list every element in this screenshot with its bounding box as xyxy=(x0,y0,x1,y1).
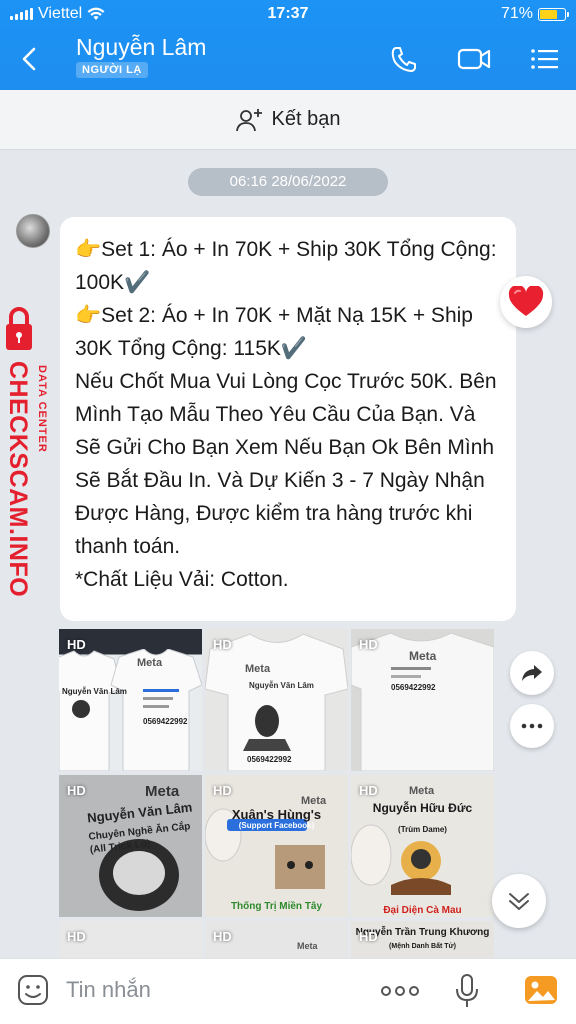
mic-icon[interactable] xyxy=(454,973,480,1009)
photo-name: Nguyễn Văn Lâm xyxy=(62,687,127,696)
message-input[interactable]: Tin nhắn xyxy=(66,977,151,1003)
meta-logo: Meta xyxy=(301,795,327,807)
message-line: *Chất Liệu Vải: Cotton. xyxy=(75,568,289,591)
hd-badge: HD xyxy=(359,783,378,798)
add-friend-label: Kết bạn xyxy=(271,108,341,130)
photo-phone: 0569422992 xyxy=(391,683,436,692)
contact-name[interactable]: Nguyễn Lâm xyxy=(76,34,206,61)
hd-badge: HD xyxy=(359,929,378,944)
photo-name: Nguyễn Văn Lâm xyxy=(249,681,314,690)
image-icon[interactable] xyxy=(524,973,558,1007)
phone-icon[interactable] xyxy=(386,42,422,76)
photo-phone: 0569422992 xyxy=(143,717,188,726)
battery-icon xyxy=(538,7,569,21)
reaction-button[interactable] xyxy=(500,276,552,328)
watermark: CHECKSCAM.INFO DATA CENTER xyxy=(0,305,48,598)
stranger-badge: NGƯỜI LẠ xyxy=(76,62,148,78)
header-bar: Viettel 17:37 71% Nguyễn Lâm NGƯỜI LẠ xyxy=(0,0,576,90)
photo-tag: (Mệnh Danh Bất Tử) xyxy=(389,943,456,950)
watermark-brand: CHECKSCAM.INFO xyxy=(4,361,32,598)
photo-thumb[interactable]: Meta Nguyễn Văn Lâm Chuyên Nghề Ăn Cắp (… xyxy=(59,775,202,917)
heart-icon xyxy=(508,286,544,316)
hd-badge: HD xyxy=(67,637,86,652)
meta-logo: Meta xyxy=(409,649,437,663)
back-icon[interactable] xyxy=(14,42,44,76)
sticker-icon[interactable] xyxy=(16,973,50,1007)
date-separator: 06:16 28/06/2022 xyxy=(188,168,388,196)
hd-badge: HD xyxy=(213,929,232,944)
lock-icon xyxy=(6,307,32,350)
photo-thumb[interactable]: Meta Nguyễn Hữu Đức (Trùm Dame) Đại Diện… xyxy=(351,775,494,917)
photo-thumb[interactable]: HD xyxy=(59,921,202,958)
add-friend-icon xyxy=(235,108,262,131)
share-button[interactable] xyxy=(510,651,554,695)
photo-thumb[interactable]: Meta Nguyễn Văn Lâm 0569422992 HD xyxy=(205,629,348,771)
hd-badge: HD xyxy=(359,637,378,652)
photo-phone: 0569422992 xyxy=(247,755,292,764)
avatar[interactable] xyxy=(16,214,50,248)
meta-logo: Meta xyxy=(297,941,318,951)
status-bar: Viettel 17:37 71% xyxy=(0,0,576,28)
share-icon xyxy=(522,665,542,681)
add-friend-bar[interactable]: Kết bạn xyxy=(0,90,576,150)
photo-tag: (Support Facebook) xyxy=(238,821,315,830)
meta-logo: Meta xyxy=(145,783,180,800)
photo-thumb[interactable]: Meta 0569422992 HD xyxy=(351,629,494,771)
hd-badge: HD xyxy=(67,783,86,798)
photo-thumb[interactable]: Meta Nguyễn Văn Lâm 0569422992 HD xyxy=(59,629,202,771)
photo-thumb[interactable]: Meta Xuân's Hùng's (Support Facebook) Th… xyxy=(205,775,348,917)
photo-footer: Thống Trị Miền Tây xyxy=(230,901,323,912)
photo-tag: (Trùm Dame) xyxy=(398,825,447,834)
hd-badge: HD xyxy=(213,637,232,652)
clock: 17:37 xyxy=(267,5,309,22)
watermark-sub: DATA CENTER xyxy=(36,365,48,453)
message-line: Nếu Chốt Mua Vui Lòng Cọc Trước 50K. Bên… xyxy=(75,370,497,558)
meta-logo: Meta xyxy=(137,657,163,669)
battery-percent: 71% xyxy=(500,5,533,22)
photo-footer: Đại Diện Cà Mau xyxy=(383,905,462,916)
hd-badge: HD xyxy=(67,929,86,944)
menu-icon[interactable] xyxy=(528,42,564,76)
photo-thumb[interactable]: Meta HD xyxy=(205,921,348,958)
battery-info: 71% xyxy=(500,5,569,23)
photo-name: Nguyễn Hữu Đức xyxy=(372,801,473,815)
video-call-icon[interactable] xyxy=(456,42,492,76)
meta-logo: Meta xyxy=(245,663,271,675)
photo-thumb[interactable]: Nguyễn Trần Trung Khương (Mệnh Danh Bất … xyxy=(351,921,494,958)
scroll-down-button[interactable] xyxy=(492,874,546,928)
hd-badge: HD xyxy=(213,783,232,798)
more-button[interactable] xyxy=(510,704,554,748)
message-bubble[interactable]: 👉Set 1: Áo + In 70K + Ship 30K Tổng Cộng… xyxy=(60,217,516,621)
more-icon xyxy=(521,723,543,729)
more-dots-icon[interactable] xyxy=(380,985,420,997)
message-composer: Tin nhắn xyxy=(0,958,576,1024)
meta-logo: Meta xyxy=(409,785,435,797)
scroll-down-icon xyxy=(509,893,529,910)
photo-name: Xuân's Hùng's xyxy=(231,807,322,822)
message-line: 👉Set 1: Áo + In 70K + Ship 30K Tổng Cộng… xyxy=(75,238,497,294)
message-line: 👉Set 2: Áo + In 70K + Mặt Nạ 15K + Ship … xyxy=(75,304,473,360)
